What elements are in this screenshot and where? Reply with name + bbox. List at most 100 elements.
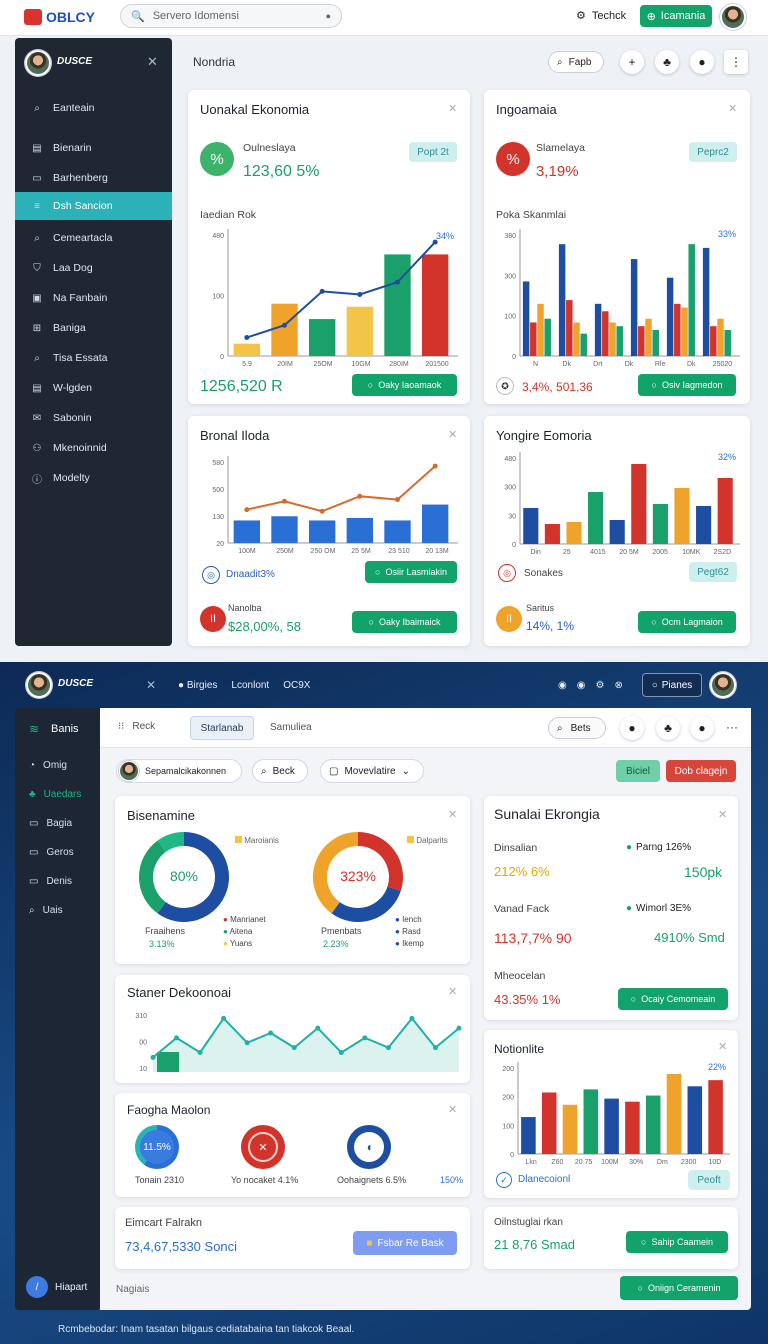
close-icon[interactable]: ✕ — [728, 102, 737, 115]
mini-action-button[interactable]: ○ Oaky Ibaimaick — [352, 611, 457, 633]
primary-cta-button[interactable]: ⊕ Icamania — [640, 5, 712, 27]
close-icon[interactable]: ✕ — [718, 808, 727, 821]
sidebar-item[interactable]: ⚇ Mkenoinnid — [15, 434, 172, 462]
sidebar-item[interactable]: ⌕ Tisa Essata — [15, 344, 172, 372]
sidebar-item[interactable]: ⛉ Laa Dog — [15, 254, 172, 282]
settings-icon[interactable]: ◉ — [577, 680, 586, 691]
sidebar-item[interactable]: ⓘ Modelty — [15, 464, 172, 492]
close-icon[interactable]: ✕ — [146, 678, 156, 692]
tab-samuliea[interactable]: Samuliea — [270, 722, 312, 733]
donut-center-value: 323% — [340, 868, 376, 884]
close-icon[interactable]: ✕ — [448, 1103, 457, 1116]
users-icon[interactable]: ♣ — [655, 50, 679, 74]
tick-label: 25020 — [713, 361, 733, 368]
card-action-button[interactable]: ○ Oaky Iaoamaok — [352, 374, 457, 396]
more-icon[interactable]: ⋮ — [724, 50, 748, 74]
sidebar-item[interactable]: ▣ Na Fanbain — [15, 284, 172, 312]
pause-icon[interactable]: II — [200, 606, 226, 632]
danger-button[interactable]: Dob clagejn — [666, 760, 736, 782]
search-icon: ⌕ — [557, 56, 563, 68]
dark-nav-item[interactable]: ▭ Bagia — [29, 818, 72, 829]
tick-label: 20 — [216, 541, 224, 548]
close-icon[interactable]: ✕ — [147, 54, 158, 70]
user-avatar[interactable] — [720, 4, 746, 30]
tab-search-button[interactable]: ⌕ Bets — [548, 717, 606, 739]
tick-label: Lkn — [525, 1159, 536, 1166]
footer-action-button[interactable]: ○ Sahip Caamein — [626, 1231, 728, 1253]
summary-label: Mheocelan — [494, 970, 546, 982]
card-action-button[interactable]: ○ Osiir Lasmiakin — [365, 561, 457, 583]
close-icon[interactable]: ✕ — [718, 1040, 727, 1053]
sidebar-item[interactable]: ▤ W-lgden — [15, 374, 172, 402]
sidebar-item[interactable]: ✉ Sabonin — [15, 404, 172, 432]
sidebar-item[interactable]: ≡ Dsh Sancion — [15, 192, 172, 220]
check-icon: ● — [626, 842, 633, 853]
notification-icon[interactable]: ● — [690, 50, 714, 74]
footer-value: Dnaadit3% — [226, 569, 275, 580]
summary-action-button[interactable]: ○ Ocaiy Cemomeain — [618, 988, 728, 1010]
dark-nav-item[interactable]: ♣ Uaedars — [29, 789, 81, 800]
tech-link[interactable]: ⚙ Techck — [576, 9, 626, 23]
search-icon: ⌕ — [34, 232, 40, 244]
gear-icon[interactable]: ⚙ — [595, 680, 604, 691]
donut-center-value: 80% — [169, 868, 199, 884]
sidebar-item[interactable]: ⊞ Baniga — [15, 314, 172, 342]
tick-label: 280IM — [389, 361, 409, 368]
user-filter[interactable]: Sepamalcikakonnen — [116, 759, 242, 783]
sidebar-avatar[interactable] — [25, 50, 51, 76]
badge-icon: ✪ — [496, 377, 514, 395]
sidebar-item[interactable]: ▭ Barhenberg — [15, 164, 172, 192]
dark-nav-item[interactable]: ▭ Denis — [29, 876, 72, 887]
sidebar-item[interactable]: ⌕ Eanteain — [15, 94, 172, 122]
bar — [630, 259, 638, 356]
dark-plans-button[interactable]: ○ Pianes — [642, 673, 702, 697]
close-icon[interactable]: ✕ — [448, 808, 457, 821]
tab-active[interactable]: Starlanab — [190, 716, 254, 740]
help-icon[interactable]: / — [26, 1276, 48, 1298]
close-icon[interactable]: ✕ — [448, 985, 457, 998]
data-label: 32% — [718, 452, 736, 462]
bar — [708, 1080, 723, 1154]
tick-label: 0 — [220, 354, 224, 361]
tab-reck[interactable]: ⁝⁝ Reck — [118, 721, 155, 732]
dark-link-2[interactable]: Lconlont — [231, 680, 269, 691]
footer-action-button[interactable]: ■ Fsbar Re Bask — [353, 1231, 457, 1255]
nav-icon: ♣ — [29, 789, 36, 800]
notification-icon[interactable]: ● — [620, 716, 644, 740]
tick-label: 0 — [512, 542, 516, 549]
circle-icon: ○ — [637, 1283, 643, 1293]
clock-icon[interactable]: ◉ — [558, 680, 567, 691]
brand-logo[interactable]: OBLCY — [24, 6, 102, 28]
dark-nav-item[interactable]: ◔ Omig — [29, 760, 67, 771]
add-icon[interactable]: + — [620, 50, 644, 74]
link-icon[interactable]: ⊗ — [614, 680, 622, 691]
tick-label: 200 — [502, 1066, 514, 1073]
more-icon[interactable]: ··· — [726, 720, 738, 734]
mic-icon[interactable]: ● — [326, 11, 331, 21]
bar — [566, 522, 582, 544]
dark-link-3[interactable]: OC9X — [283, 680, 310, 691]
header-search-button[interactable]: ⌕ Fapb — [548, 51, 604, 73]
secondary-button[interactable]: Biciel — [616, 760, 660, 782]
dark-nav-item[interactable]: ⌕ Uais — [29, 905, 63, 916]
bottom-action-button[interactable]: ○ Oniign Ceramenin — [620, 1276, 738, 1300]
close-icon[interactable]: ✕ — [448, 428, 457, 441]
global-search-input[interactable]: 🔍 Servero Idomensi ● — [120, 4, 342, 28]
close-icon[interactable]: ✕ — [448, 102, 457, 115]
dark-avatar[interactable] — [26, 672, 52, 698]
alert-icon[interactable]: ● — [690, 716, 714, 740]
card-action-button[interactable]: ○ Osiv Iagmedon — [638, 374, 736, 396]
bar — [638, 326, 645, 356]
sidebar-item[interactable]: ⌕ Cemeartacla — [15, 224, 172, 252]
filter-dropdown[interactable]: ▢ Movevlatire ⌄ — [320, 759, 424, 783]
filter-beck[interactable]: ⌕ Beck — [252, 759, 308, 783]
dark-link-1[interactable]: ● Birgies — [178, 680, 217, 691]
dark-nav-item[interactable]: ▭ Geros — [29, 847, 74, 858]
dark-user-avatar[interactable] — [710, 672, 736, 698]
pause-icon[interactable]: II — [496, 606, 522, 632]
sidebar-item[interactable]: ▤ Bienarin — [15, 134, 172, 162]
users-icon[interactable]: ♣ — [656, 716, 680, 740]
dark-sidebar-bottom[interactable]: Hiapart — [55, 1282, 87, 1293]
mini-action-button[interactable]: ○ Ocm Lagmaion — [638, 611, 736, 633]
tick-label: 0 — [512, 354, 516, 361]
